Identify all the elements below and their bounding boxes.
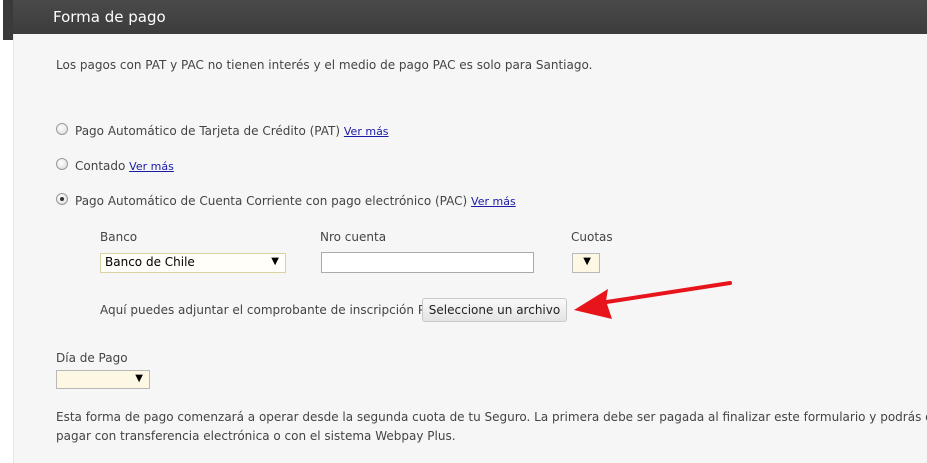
dropdown-triangle-icon: ▼ <box>271 256 279 267</box>
ver-mas-link-contado[interactable]: Ver más <box>129 160 174 173</box>
banco-select-value: Banco de Chile <box>105 255 195 269</box>
radio-pac[interactable] <box>56 193 68 205</box>
dia-pago-label: Día de Pago <box>56 351 128 365</box>
option-pat: Pago Automático de Tarjeta de Crédito (P… <box>75 124 389 138</box>
option-pac-label: Pago Automático de Cuenta Corriente con … <box>75 194 468 208</box>
option-contado: Contado Ver más <box>75 159 174 173</box>
dia-pago-select[interactable]: ▼ <box>56 370 150 389</box>
banco-select[interactable]: Banco de Chile ▼ <box>100 253 286 273</box>
dropdown-triangle-icon: ▼ <box>135 373 143 384</box>
info-text: Los pagos con PAT y PAC no tienen interé… <box>56 58 593 72</box>
ver-mas-link-pat[interactable]: Ver más <box>344 125 389 138</box>
option-pac: Pago Automático de Cuenta Corriente con … <box>75 194 516 208</box>
footer-text-line-1: Esta forma de pago comenzará a operar de… <box>56 410 927 424</box>
banco-label: Banco <box>100 230 138 244</box>
footer-text-line-2: pagar con transferencia electrónica o co… <box>56 429 456 443</box>
option-contado-label: Contado <box>75 159 126 173</box>
select-file-button[interactable]: Seleccione un archivo <box>422 298 567 322</box>
ver-mas-link-pac[interactable]: Ver más <box>471 195 516 208</box>
radio-contado[interactable] <box>56 158 68 170</box>
cuotas-label: Cuotas <box>571 230 613 244</box>
dropdown-triangle-icon: ▼ <box>583 256 591 267</box>
header-tab-accent <box>3 0 13 40</box>
cuenta-label: Nro cuenta <box>320 230 387 244</box>
radio-pat[interactable] <box>56 123 68 135</box>
payment-form-panel <box>13 34 927 463</box>
section-title: Forma de pago <box>53 8 166 26</box>
cuenta-input[interactable] <box>321 252 534 273</box>
option-pat-label: Pago Automático de Tarjeta de Crédito (P… <box>75 124 341 138</box>
attach-label: Aquí puedes adjuntar el comprobante de i… <box>100 303 441 317</box>
red-arrow-icon <box>574 281 732 319</box>
cuotas-select[interactable]: ▼ <box>572 253 600 273</box>
